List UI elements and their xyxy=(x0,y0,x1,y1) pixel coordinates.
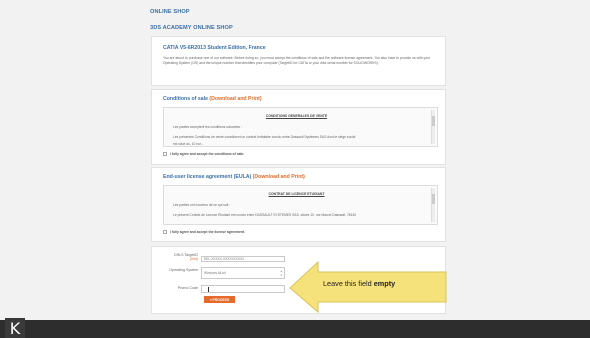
conditions-agree-label: I fully agree and accept the conditions … xyxy=(170,152,245,156)
conditions-download-link[interactable]: (Download and Print) xyxy=(209,96,261,102)
eula-heading: End-user license agreement (EULA) (Downl… xyxy=(163,174,305,180)
product-description: You are about to purchase one of our sof… xyxy=(163,56,431,66)
conditions-doc-heading: CONDITIONS GENERALES DE VENTE xyxy=(265,114,328,118)
online-shop-title: ONLINE SHOP xyxy=(150,9,190,15)
academy-shop-title: 3DS ACADEMY ONLINE SHOP xyxy=(150,25,233,31)
eula-line-2: Le présent Contrat de Licence Étudiant e… xyxy=(173,213,357,217)
eula-download-link[interactable]: (Download and Print) xyxy=(253,174,305,180)
conditions-scrollbox[interactable]: CONDITIONS GENERALES DE VENTE Les partie… xyxy=(163,107,438,147)
eula-panel: End-user license agreement (EULA) (Downl… xyxy=(151,167,446,242)
product-panel: CATIA V5-6R2013 Student Edition, France … xyxy=(151,36,446,86)
k-logo: K xyxy=(5,318,25,338)
conditions-line-1: Les parties acceptent les conditions sui… xyxy=(173,125,242,129)
updown-caret-icon: ▴ ▾ xyxy=(280,269,282,277)
conditions-heading: Conditions of sale (Download and Print) xyxy=(163,96,262,102)
target-id-input[interactable]: DEL-XXXXX-XXXXXXXXXX xyxy=(201,256,285,262)
target-id-label: DSLS TargetID (hint) xyxy=(160,253,198,261)
os-label: Operating System xyxy=(169,268,198,272)
eula-doc-heading: CONTRAT DE LICENCE ETUDIANT xyxy=(268,192,325,196)
callout-text-main: Leave this field xyxy=(323,279,374,288)
proceed-button[interactable]: » PROCEED xyxy=(204,296,235,303)
callout-text-emphasis: empty xyxy=(373,279,396,288)
bottom-bar xyxy=(0,320,590,338)
conditions-scrollbar[interactable] xyxy=(431,110,435,144)
conditions-line-3: est situé au, 10 rue... xyxy=(173,142,204,146)
target-id-value: DEL-XXXXX-XXXXXXXXXX xyxy=(204,257,245,261)
eula-agree-label: I fully agree and accept the license agr… xyxy=(170,230,245,234)
conditions-line-2: Les présentes Conditions de vente consti… xyxy=(173,135,356,139)
conditions-scroll-thumb[interactable] xyxy=(432,116,435,126)
conditions-panel: Conditions of sale (Download and Print) … xyxy=(151,89,446,165)
target-id-hint: (hint) xyxy=(189,257,198,262)
product-title: CATIA V5-6R2013 Student Edition, France xyxy=(163,45,266,51)
conditions-agree-row[interactable]: I fully agree and accept the conditions … xyxy=(163,152,244,156)
eula-scrollbar[interactable] xyxy=(431,188,435,222)
eula-title: End-user license agreement (EULA) xyxy=(163,174,252,180)
promo-code-label: Promo Code xyxy=(177,286,198,290)
eula-agree-row[interactable]: I fully agree and accept the license agr… xyxy=(163,230,245,234)
eula-agree-checkbox[interactable] xyxy=(163,230,167,234)
eula-scrollbox[interactable]: CONTRAT DE LICENCE ETUDIANT Les parties … xyxy=(163,185,438,225)
os-select[interactable]: Windows 64-bit ▴ ▾ xyxy=(201,267,285,279)
conditions-title: Conditions of sale xyxy=(163,96,208,102)
text-cursor-icon xyxy=(208,286,209,292)
callout-text: Leave this field empty xyxy=(323,279,443,288)
eula-scroll-thumb[interactable] xyxy=(432,194,435,204)
conditions-agree-checkbox[interactable] xyxy=(163,152,167,156)
eula-line-1: Les parties ont convenu de ce qui suit : xyxy=(173,203,231,207)
os-select-value: Windows 64-bit xyxy=(204,271,226,275)
promo-code-input[interactable] xyxy=(201,285,285,293)
